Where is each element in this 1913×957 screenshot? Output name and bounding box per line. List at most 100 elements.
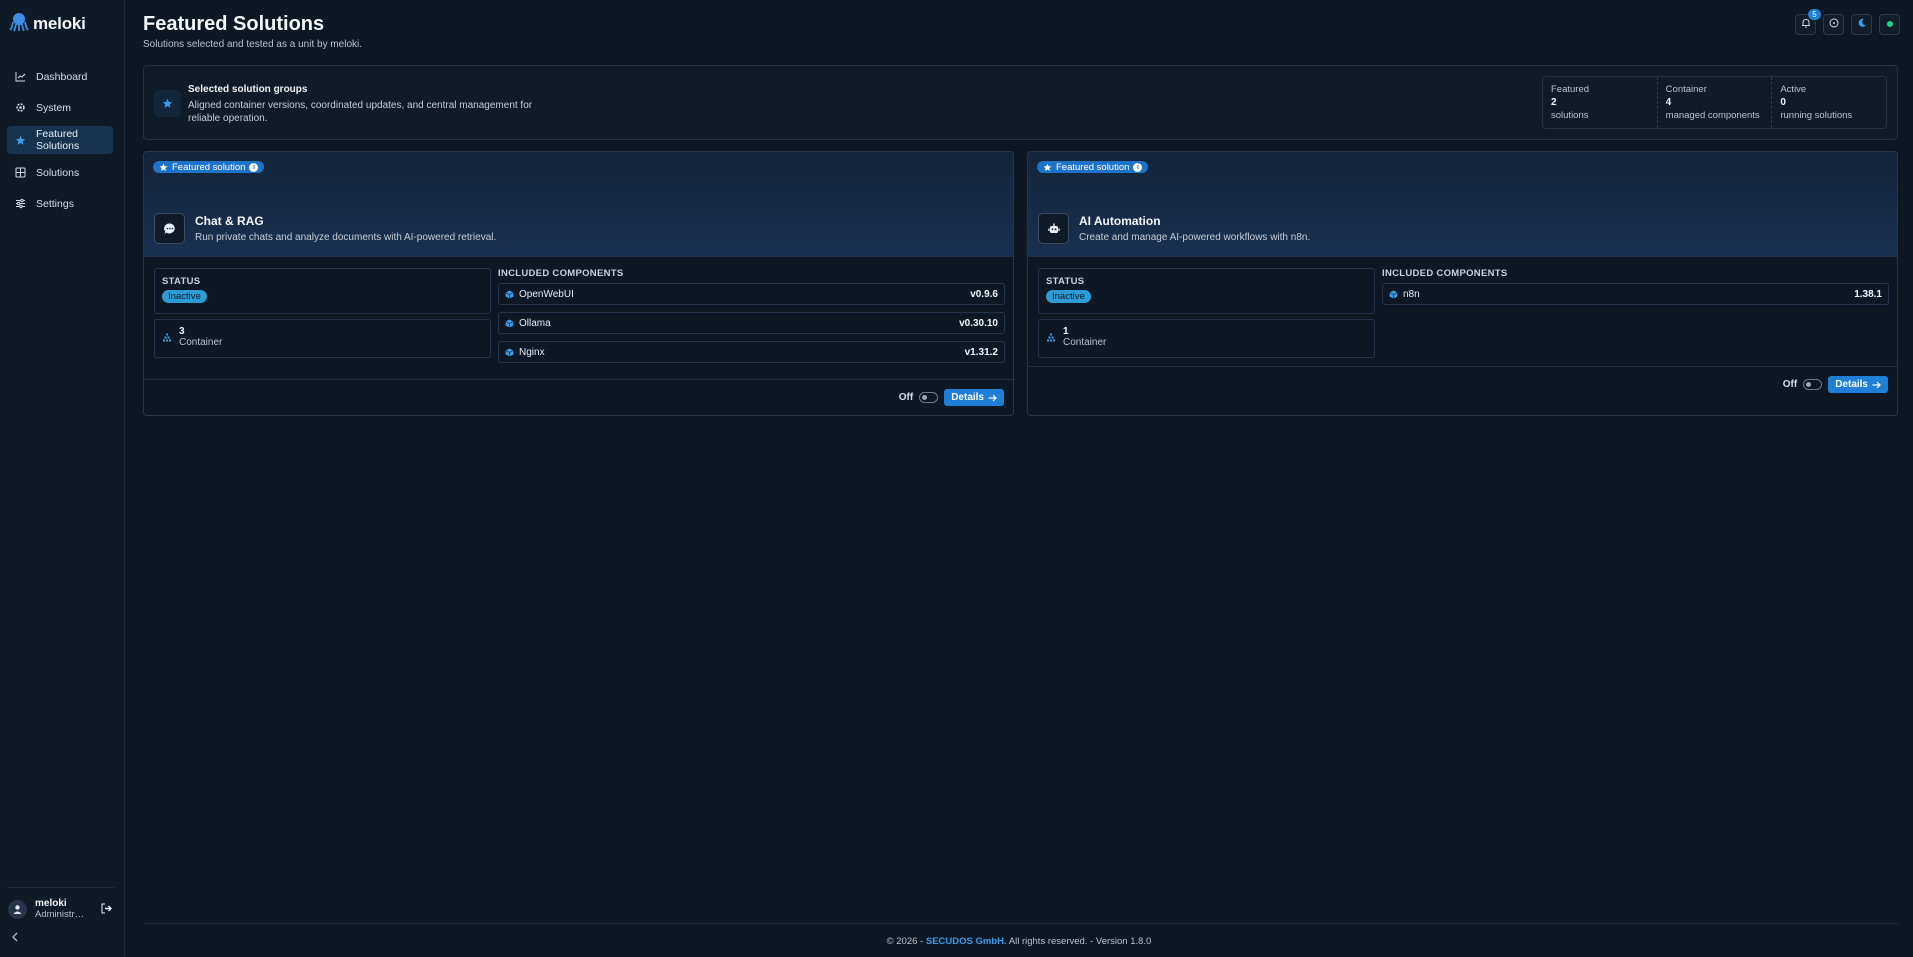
solution-title: Chat & RAG bbox=[195, 214, 264, 228]
container-stack-icon bbox=[1046, 333, 1056, 346]
component-name: n8n bbox=[1403, 288, 1420, 300]
user-info: meloki Administr… bbox=[35, 898, 84, 920]
status-label: STATUS bbox=[162, 276, 201, 287]
sidebar-item-label: Dashboard bbox=[36, 70, 88, 83]
help-button[interactable] bbox=[1823, 14, 1844, 35]
container-count: 3 bbox=[179, 326, 185, 337]
notification-count-badge: 5 bbox=[1808, 9, 1821, 20]
details-label: Details bbox=[1835, 379, 1868, 390]
solution-description: Create and manage AI-powered workflows w… bbox=[1079, 232, 1311, 243]
featured-solution-badge[interactable]: Featured solution i bbox=[153, 161, 265, 173]
component-name-wrap: OpenWebUI bbox=[505, 289, 574, 300]
container-count-panel: 3 Container bbox=[154, 319, 491, 358]
chart-line-icon bbox=[15, 71, 26, 82]
badge-label: Featured solution bbox=[172, 161, 246, 173]
footer-copyright: © 2026 - bbox=[886, 936, 924, 947]
solution-card-ai-automation: Featured solution i AI Automation Create… bbox=[1027, 151, 1898, 416]
components-label: INCLUDED COMPONENTS bbox=[1382, 268, 1508, 279]
solution-description: Run private chats and analyze documents … bbox=[195, 232, 497, 243]
user-profile[interactable]: meloki Administr… bbox=[8, 898, 114, 920]
container-label: Container bbox=[179, 337, 223, 348]
page-subtitle: Solutions selected and tested as a unit … bbox=[143, 39, 363, 50]
robot-icon bbox=[1038, 213, 1069, 244]
stat-value: 2 bbox=[1551, 97, 1557, 108]
stat-label: Container bbox=[1665, 84, 1707, 95]
logo[interactable]: meloki bbox=[9, 12, 86, 35]
details-button[interactable]: Details bbox=[1828, 376, 1888, 393]
details-button[interactable]: Details bbox=[944, 389, 1004, 406]
stat-label: Featured bbox=[1551, 84, 1590, 95]
online-status-dot-icon bbox=[1886, 19, 1894, 31]
sidebar-item-system[interactable]: System bbox=[7, 95, 113, 120]
system-status-button[interactable] bbox=[1879, 14, 1900, 35]
footer-brand-link[interactable]: SECUDOS GmbH. bbox=[926, 936, 1007, 947]
featured-solution-badge[interactable]: Featured solution i bbox=[1037, 161, 1149, 173]
theme-toggle-button[interactable] bbox=[1851, 14, 1872, 35]
info-icon[interactable]: i bbox=[249, 162, 259, 172]
component-name: Ollama bbox=[519, 317, 551, 329]
component-name-wrap: Nginx bbox=[505, 347, 545, 358]
enable-toggle[interactable] bbox=[919, 392, 939, 403]
arrow-right-icon bbox=[1872, 381, 1881, 388]
cube-icon bbox=[1389, 289, 1398, 299]
app-name: meloki bbox=[33, 13, 86, 33]
logout-icon[interactable] bbox=[101, 903, 112, 917]
gear-icon bbox=[15, 102, 26, 113]
card-controls: Off Details bbox=[1783, 376, 1888, 393]
sidebar-divider bbox=[7, 887, 114, 888]
bell-icon bbox=[1801, 18, 1811, 31]
sidebar-item-settings[interactable]: Settings bbox=[7, 191, 113, 216]
container-label: Container bbox=[1063, 337, 1107, 348]
enable-toggle[interactable] bbox=[1803, 379, 1823, 390]
grid-icon bbox=[15, 167, 26, 178]
sidebar-item-dashboard[interactable]: Dashboard bbox=[7, 64, 113, 89]
status-panel: STATUS Inactive bbox=[1038, 268, 1375, 314]
star-icon bbox=[154, 90, 181, 117]
components-list: n8n 1.38.1 bbox=[1382, 283, 1889, 312]
toggle-label: Off bbox=[1782, 379, 1798, 390]
sidebar-item-solutions[interactable]: Solutions bbox=[7, 160, 113, 185]
cube-icon bbox=[505, 289, 514, 299]
stat-featured: Featured 2 solutions bbox=[1543, 77, 1658, 128]
component-row: n8n 1.38.1 bbox=[1382, 283, 1889, 305]
sidebar-item-featured-solutions[interactable]: Featured Solutions bbox=[7, 126, 113, 154]
components-label: INCLUDED COMPONENTS bbox=[498, 268, 624, 279]
sidebar-item-label: Solutions bbox=[36, 166, 80, 179]
status-panel: STATUS Inactive bbox=[154, 268, 491, 314]
user-name: meloki bbox=[35, 898, 67, 909]
avatar bbox=[8, 899, 27, 919]
container-count-panel: 1 Container bbox=[1038, 319, 1375, 358]
octopus-logo-icon bbox=[9, 12, 29, 35]
sidebar-item-label: Settings bbox=[36, 197, 74, 210]
stat-active: Active 0 running solutions bbox=[1772, 77, 1886, 128]
status-badge: Inactive bbox=[1046, 290, 1091, 303]
footer-rights: All rights reserved. - Version 1.8.0 bbox=[1008, 936, 1152, 947]
solution-card-header: Featured solution i AI Automation Create… bbox=[1028, 152, 1897, 257]
collapse-sidebar-icon[interactable] bbox=[11, 931, 19, 945]
stat-sub: running solutions bbox=[1780, 110, 1853, 121]
intro-description: Aligned container versions, coordinated … bbox=[188, 100, 533, 124]
toggle-label: Off bbox=[898, 392, 914, 403]
footer-divider bbox=[143, 923, 1899, 924]
component-row: OpenWebUI v0.9.6 bbox=[498, 283, 1005, 305]
moon-icon bbox=[1857, 18, 1867, 31]
component-version: 1.38.1 bbox=[1854, 288, 1882, 300]
solution-card-footer: Off Details bbox=[1028, 366, 1897, 403]
status-label: STATUS bbox=[1046, 276, 1085, 287]
component-row: Ollama v0.30.10 bbox=[498, 312, 1005, 334]
stat-value: 4 bbox=[1665, 97, 1672, 108]
info-icon[interactable]: i bbox=[1133, 162, 1143, 172]
star-icon bbox=[159, 163, 168, 171]
sidebar-item-label: Featured Solutions bbox=[36, 128, 80, 152]
component-version: v1.31.2 bbox=[964, 346, 998, 358]
component-name-wrap: Ollama bbox=[505, 318, 551, 329]
solution-title: AI Automation bbox=[1079, 214, 1161, 228]
notifications-button[interactable]: 5 bbox=[1795, 9, 1821, 35]
sliders-icon bbox=[15, 198, 26, 209]
details-label: Details bbox=[951, 392, 984, 403]
cube-icon bbox=[505, 318, 514, 328]
solution-card-chat-rag: Featured solution i Chat & RAG Run priva… bbox=[143, 151, 1014, 416]
component-row: Nginx v1.31.2 bbox=[498, 341, 1005, 363]
container-count: 1 bbox=[1063, 326, 1069, 337]
solution-groups-intro: Selected solution groups Aligned contain… bbox=[143, 65, 1898, 140]
